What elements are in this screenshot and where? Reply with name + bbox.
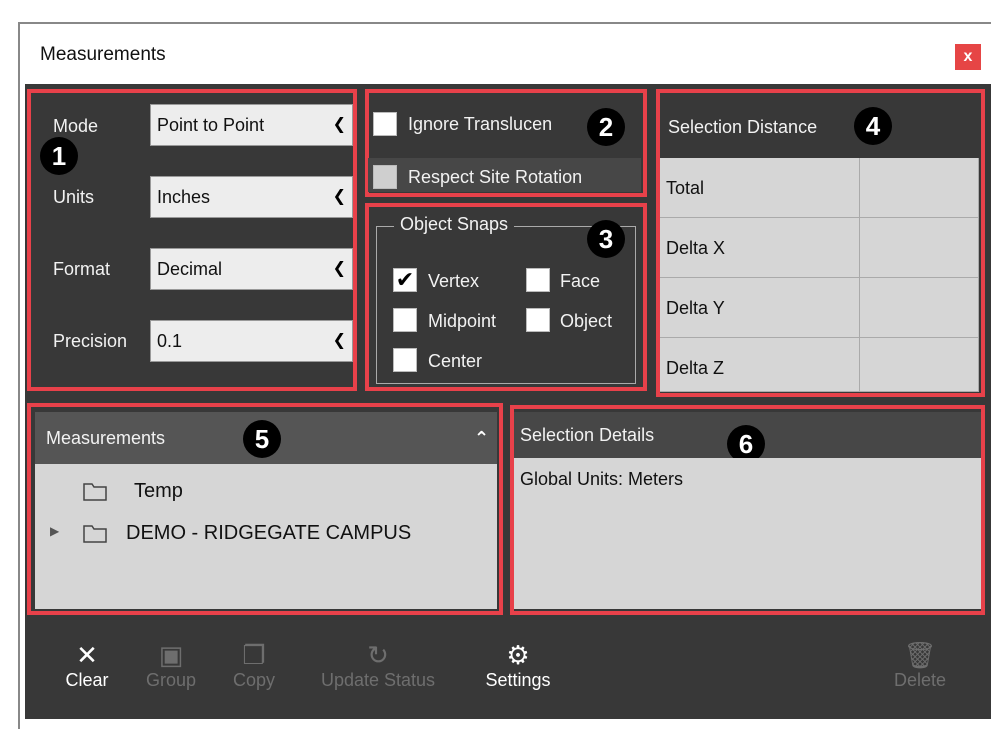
settings-label: Settings	[485, 670, 551, 690]
ignore-translucent-label: Ignore Translucen	[408, 114, 553, 134]
folder-add-icon: ▣	[158, 640, 184, 670]
group-label: Group	[145, 670, 197, 690]
face-checkbox[interactable]	[526, 268, 550, 292]
tree-item-demo[interactable]: ▶ DEMO - RIDGEGATE CAMPUS	[50, 520, 470, 550]
settings-button[interactable]: ⚙ Settings	[470, 640, 566, 691]
chevron-down-icon: ❮	[332, 332, 346, 349]
callout-1: 1	[40, 137, 78, 175]
delete-label: Delete	[893, 670, 947, 690]
format-value: Decimal	[157, 259, 223, 279]
delta-y-label: Delta Y	[660, 278, 860, 338]
delta-z-value	[860, 338, 979, 392]
copy-label: Copy	[232, 670, 276, 690]
group-button[interactable]: ▣ Group	[136, 640, 206, 691]
chevron-down-icon: ❮	[332, 116, 346, 133]
copy-button[interactable]: ❐ Copy	[219, 640, 289, 691]
chevron-down-icon: ❮	[332, 188, 346, 205]
callout-4: 4	[854, 107, 892, 145]
callout-5: 5	[243, 420, 281, 458]
trash-icon: 🗑	[903, 640, 937, 670]
mode-label: Mode	[53, 116, 99, 136]
object-label: Object	[560, 311, 613, 331]
delta-z-label: Delta Z	[660, 338, 860, 392]
units-value: Inches	[157, 187, 211, 207]
respect-site-rotation-label: Respect Site Rotation	[408, 167, 583, 187]
folder-icon	[83, 483, 107, 501]
close-button[interactable]: x	[955, 44, 981, 70]
ignore-translucent-checkbox[interactable]	[373, 112, 397, 136]
update-status-label: Update Status	[320, 670, 436, 690]
mode-select[interactable]: Point to Point ❮	[150, 104, 353, 146]
total-label: Total	[660, 158, 860, 218]
window-left-border	[18, 22, 20, 729]
precision-value: 0.1	[157, 331, 183, 351]
tree-item-temp[interactable]: Temp	[82, 478, 442, 508]
selection-details-text: Global Units: Meters	[520, 469, 684, 489]
object-checkbox[interactable]	[526, 308, 550, 332]
window-top-border	[18, 22, 991, 24]
midpoint-label: Midpoint	[428, 311, 497, 331]
window-title: Measurements	[40, 44, 166, 65]
clear-label: Clear	[65, 670, 109, 690]
callout-3: 3	[587, 220, 625, 258]
face-label: Face	[560, 271, 601, 291]
format-select[interactable]: Decimal ❮	[150, 248, 353, 290]
precision-select[interactable]: 0.1 ❮	[150, 320, 353, 362]
delta-x-value	[860, 218, 979, 278]
gear-icon: ⚙	[506, 640, 530, 670]
units-select[interactable]: Inches ❮	[150, 176, 353, 218]
total-value	[860, 158, 979, 218]
copy-icon: ❐	[242, 640, 266, 670]
tree-header-label: Measurements	[46, 428, 166, 448]
delete-button[interactable]: 🗑 Delete	[880, 640, 960, 691]
vertex-checkbox[interactable]: ✔	[393, 268, 417, 292]
tree-item-label: Temp	[134, 480, 183, 502]
midpoint-checkbox[interactable]	[393, 308, 417, 332]
callout-2: 2	[587, 108, 625, 146]
delta-y-value	[860, 278, 979, 338]
update-status-button[interactable]: ↻ Update Status	[303, 640, 453, 691]
object-snaps-title: Object Snaps	[394, 214, 515, 235]
folder-icon	[83, 525, 107, 543]
respect-site-rotation-checkbox[interactable]	[373, 165, 397, 189]
format-label: Format	[53, 259, 111, 279]
tree-item-label: DEMO - RIDGEGATE CAMPUS	[126, 522, 412, 544]
delta-x-label: Delta X	[660, 218, 860, 278]
selection-details-title: Selection Details	[520, 425, 655, 445]
mode-value: Point to Point	[157, 115, 265, 135]
clear-button[interactable]: ✕ Clear	[52, 640, 122, 691]
refresh-icon: ↻	[367, 640, 389, 670]
vertex-label: Vertex	[428, 271, 480, 291]
precision-label: Precision	[53, 331, 128, 351]
center-checkbox[interactable]	[393, 348, 417, 372]
chevron-up-icon[interactable]: ⌃	[474, 428, 489, 449]
expand-arrow-icon[interactable]: ▶	[50, 524, 59, 538]
center-label: Center	[428, 351, 483, 371]
chevron-down-icon: ❮	[332, 260, 346, 277]
selection-distance-title: Selection Distance	[668, 117, 818, 137]
units-label: Units	[53, 187, 95, 207]
close-x-icon: ✕	[76, 640, 98, 670]
